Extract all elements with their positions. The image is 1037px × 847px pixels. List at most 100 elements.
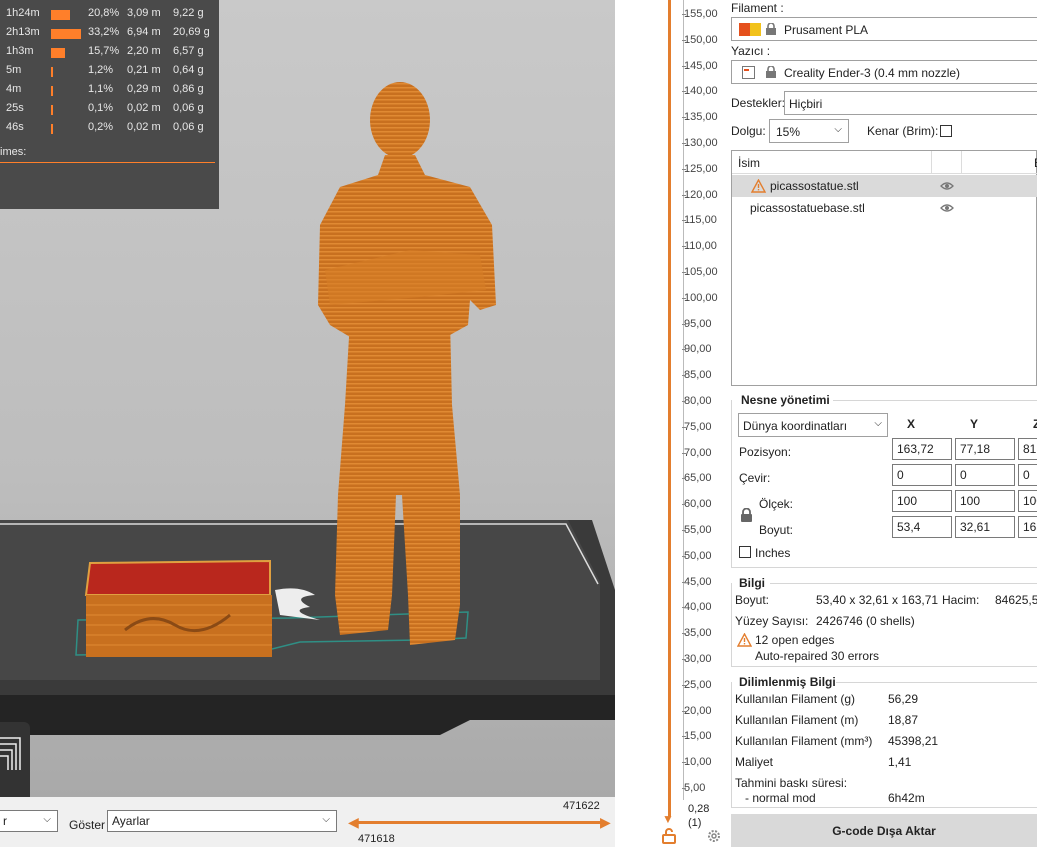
- horizontal-slider-left-value: 471618: [358, 833, 395, 845]
- scale-z-input[interactable]: 100: [1018, 490, 1037, 512]
- eye-icon[interactable]: [940, 181, 954, 191]
- chevron-down-icon: ⌵: [874, 418, 882, 429]
- legend-bar: [51, 67, 53, 77]
- legend-length: 2,20 m: [127, 45, 161, 57]
- size-label: Boyut:: [759, 523, 794, 537]
- layer-slider-area: [615, 0, 730, 847]
- size-x-input[interactable]: 53,4: [892, 516, 952, 538]
- legend-length: 3,09 m: [127, 7, 161, 19]
- legend-length: 0,02 m: [127, 102, 161, 114]
- sliced-info-label: Kullanılan Filament (g): [735, 692, 856, 706]
- printer-combo[interactable]: Creality Ender-3 (0.4 mm nozzle): [731, 60, 1037, 84]
- layer-tick-label: 90,00: [682, 343, 712, 356]
- model-base[interactable]: [80, 555, 280, 665]
- eye-icon[interactable]: [940, 203, 954, 213]
- object-name: picassostatue.stl: [770, 179, 859, 193]
- legend-time: 1h3m: [6, 45, 34, 57]
- rotation-y-input[interactable]: 0: [955, 464, 1015, 486]
- layer-view-icon[interactable]: [0, 722, 30, 797]
- position-z-input[interactable]: 81,: [1018, 438, 1037, 460]
- slider-left-arrow-icon[interactable]: ◀: [348, 814, 359, 831]
- legend-percent: 0,2%: [88, 121, 114, 133]
- layer-tick-label: 30,00: [682, 653, 712, 665]
- white-artifact: [275, 588, 320, 620]
- layer-tick-label: 5,00: [681, 782, 706, 794]
- layer-slider-handle-icon[interactable]: ▼: [662, 812, 674, 826]
- legend-bar: [51, 48, 65, 58]
- layer-tick-label: 25,00: [682, 678, 712, 691]
- legend-length: 0,02 m: [127, 121, 161, 133]
- supports-combo[interactable]: Hiçbiri: [784, 91, 1037, 115]
- legend-row: 2h13m 33,2% 6,94 m 20,69 g: [0, 26, 219, 42]
- chevron-down-icon: ⌵: [322, 814, 330, 825]
- brim-label: Kenar (Brim):: [867, 124, 939, 138]
- layer-tick-label: 50,00: [682, 549, 712, 562]
- unlock-icon[interactable]: [662, 828, 676, 844]
- model-statue[interactable]: [300, 75, 515, 650]
- legend-percent: 1,2%: [88, 64, 114, 76]
- object-list[interactable]: İsim E picassostatue.stl picassostatuebas…: [731, 150, 1037, 386]
- scale-x-input[interactable]: 100: [892, 490, 952, 512]
- legend-divider: [0, 162, 215, 163]
- gear-icon[interactable]: [706, 828, 722, 844]
- filament-combo[interactable]: Prusament PLA: [731, 17, 1037, 41]
- sliced-info-value: 1,41: [888, 755, 912, 769]
- axis-z-header: Z: [1033, 417, 1037, 431]
- layer-tick-label: 65,00: [682, 472, 712, 485]
- rotation-x-input[interactable]: 0: [892, 464, 952, 486]
- normal-mode-label: - normal mod: [745, 791, 816, 805]
- filament-color-swatch: [739, 23, 750, 36]
- infill-combo[interactable]: 15% ⌵: [769, 119, 849, 143]
- layer-tick-label: 70,00: [682, 446, 712, 459]
- goster-select[interactable]: Ayarlar ⌵: [107, 810, 337, 832]
- legend-percent: 0,1%: [88, 102, 114, 114]
- chevron-down-icon: ⌵: [834, 124, 842, 135]
- object-row[interactable]: picassostatuebase.stl: [732, 197, 1037, 219]
- legend-row: 25s 0,1% 0,02 m 0,06 g: [0, 102, 219, 118]
- scale-lock-icon[interactable]: [740, 508, 753, 523]
- rotate-label: Çevir:: [739, 471, 771, 485]
- rotation-z-input[interactable]: 0: [1018, 464, 1037, 486]
- layer-slider-track[interactable]: [668, 0, 671, 817]
- layer-tick-label: 20,00: [682, 704, 712, 717]
- layer-tick-label: 115,00: [682, 214, 717, 227]
- legend-panel: 1h24m 20,8% 3,09 m 9,22 g 2h13m 33,2% 6,94 m 20…: [0, 0, 219, 209]
- view-type-select[interactable]: r ⌵: [0, 810, 58, 832]
- legend-percent: 33,2%: [88, 26, 120, 38]
- info-size-value: 53,40 x 32,61 x 163,71: [816, 593, 939, 607]
- position-x-input[interactable]: 163,72: [892, 438, 952, 460]
- horizontal-slider-track[interactable]: [355, 821, 605, 824]
- legend-row: 4m 1,1% 0,29 m 0,86 g: [0, 83, 219, 99]
- object-row[interactable]: picassostatue.stl: [732, 175, 1037, 197]
- layer-tick-label: 125,00: [682, 162, 718, 175]
- inches-checkbox[interactable]: [739, 546, 751, 558]
- position-label: Pozisyon:: [739, 445, 792, 459]
- 3d-viewport[interactable]: 1h24m 20,8% 3,09 m 9,22 g 2h13m 33,2% 6,94 m 20…: [0, 0, 615, 797]
- export-gcode-button[interactable]: G-code Dışa Aktar: [731, 814, 1037, 847]
- sliced-info-label: Maliyet: [735, 755, 774, 769]
- layer-tick-label: 75,00: [682, 420, 712, 433]
- layer-tick-label: 105,00: [682, 266, 718, 278]
- size-y-input[interactable]: 32,61: [955, 516, 1015, 538]
- goster-label: Göster: [69, 818, 106, 832]
- filament-label: Filament :: [731, 1, 784, 15]
- layer-tick-label: 60,00: [682, 498, 712, 511]
- slider-right-arrow-icon[interactable]: ▶: [600, 814, 611, 831]
- scale-y-input[interactable]: 100: [955, 490, 1015, 512]
- legend-bar: [51, 10, 70, 20]
- legend-time: 4m: [6, 83, 22, 95]
- size-z-input[interactable]: 163: [1018, 516, 1037, 538]
- column-name-header[interactable]: İsim: [738, 156, 760, 170]
- layer-tick-label: 80,00: [682, 395, 712, 407]
- coord-system-select[interactable]: Dünya koordinatları ⌵: [738, 413, 888, 437]
- legend-bar: [51, 29, 81, 39]
- supports-value: Hiçbiri: [789, 97, 823, 111]
- goster-value: Ayarlar: [112, 814, 150, 828]
- layer-tick-label: 130,00: [682, 137, 718, 149]
- brim-checkbox[interactable]: [940, 125, 952, 137]
- position-y-input[interactable]: 77,18: [955, 438, 1015, 460]
- legend-row: 1h24m 20,8% 3,09 m 9,22 g: [0, 7, 219, 23]
- layer-tick-label: 40,00: [682, 601, 712, 614]
- supports-label: Destekler:: [731, 96, 786, 110]
- printer-value: Creality Ender-3 (0.4 mm nozzle): [784, 66, 961, 80]
